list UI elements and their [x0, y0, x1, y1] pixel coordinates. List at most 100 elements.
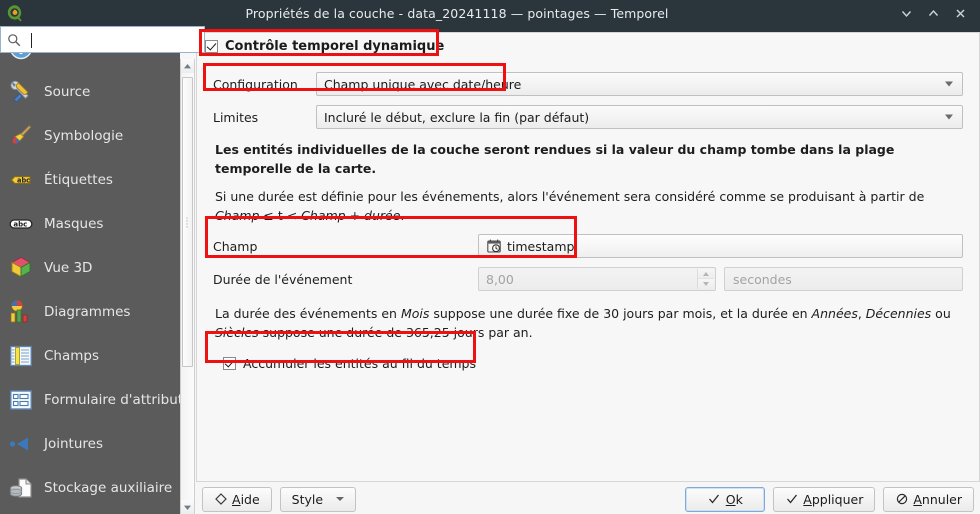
- sidebar-item-symbologie[interactable]: Symbologie: [0, 114, 180, 158]
- layer-properties-dialog: Propriétés de la couche - data_20241118 …: [0, 0, 980, 514]
- maximize-button[interactable]: [921, 2, 945, 24]
- datetime-field-icon: [486, 239, 501, 254]
- cancel-button-label: Annuler: [913, 492, 962, 507]
- window-title: Propriétés de la couche - data_20241118 …: [245, 5, 669, 21]
- desc3-em3: Décennies: [865, 306, 932, 321]
- sidebar-item-stockage-auxiliaire[interactable]: Stockage auxiliaire: [0, 466, 180, 510]
- apply-accel: A: [803, 491, 812, 507]
- check-icon: [785, 493, 798, 506]
- sidebar-item-actions[interactable]: Actions: [0, 510, 180, 514]
- desc3-d: ou: [931, 306, 951, 321]
- limits-row: Limites Incluré le début, exclure la fin…: [213, 102, 963, 132]
- event-duration-label: Durée de l'événement: [213, 271, 353, 287]
- configuration-combo[interactable]: Champ unique avec date/heure: [316, 72, 963, 96]
- description-month-year: La durée des événements en Mois suppose …: [213, 297, 963, 346]
- accumulate-features-checkbox[interactable]: [223, 357, 236, 370]
- no-entry-icon: [895, 493, 908, 506]
- desc2-em2: Champ + durée: [301, 207, 401, 223]
- sidebar-item-jointures[interactable]: Jointures: [0, 422, 180, 466]
- ok-accel: O: [725, 491, 736, 507]
- scroll-grip-icon: [186, 216, 189, 229]
- event-duration-row: Durée de l'événement 8,00 secondes: [213, 264, 963, 294]
- sidebar-item-source[interactable]: Source: [0, 70, 180, 114]
- chevron-down-icon: [945, 81, 953, 87]
- window-controls: [894, 2, 980, 24]
- desc2-b: ≤ t <: [259, 207, 302, 223]
- configuration-value: Champ unique avec date/heure: [324, 76, 522, 92]
- field-row: Champ timestamp: [213, 231, 963, 261]
- cancel-accel: A: [913, 491, 922, 507]
- cube-3d-icon: [8, 255, 34, 281]
- sidebar-item-masques[interactable]: abc Masques: [0, 202, 180, 246]
- limits-value: Incluré le début, exclure la fin (par dé…: [324, 109, 590, 125]
- spinner-up-icon[interactable]: [698, 269, 714, 279]
- sidebar-item-etiquettes[interactable]: abc Étiquettes: [0, 158, 180, 202]
- sidebar-item-label: Formulaire d'attributs: [44, 392, 180, 408]
- database-storage-icon: [8, 475, 34, 501]
- help-rest: ide: [240, 491, 260, 507]
- desc3-b: suppose une durée fixe de 30 jours par m…: [429, 306, 812, 321]
- sidebar-item-label: Jointures: [44, 436, 103, 452]
- desc3-em4: Siècles: [215, 324, 259, 340]
- apply-button-label: Appliquer: [803, 492, 863, 507]
- search-input[interactable]: [25, 29, 195, 50]
- spinner-down-icon[interactable]: [698, 279, 714, 289]
- sidebar-item-label: Vue 3D: [44, 260, 93, 276]
- table-fields-icon: [8, 343, 34, 369]
- cancel-rest: nnuler: [921, 491, 962, 507]
- desc2-c: .: [400, 207, 405, 223]
- sidebar-search-box[interactable]: [0, 26, 205, 53]
- sidebar-item-label: Masques: [44, 216, 104, 232]
- sidebar-scrollbar[interactable]: [180, 59, 195, 514]
- paintbrush-icon: [8, 123, 34, 149]
- limits-combo[interactable]: Incluré le début, exclure la fin (par dé…: [316, 105, 963, 129]
- sidebar-item-label: Champs: [44, 348, 100, 364]
- style-button[interactable]: Style: [279, 486, 357, 512]
- abc-label-icon: abc: [8, 167, 34, 193]
- help-diamond-icon: [214, 493, 227, 506]
- sidebar-item-label: Étiquettes: [44, 172, 113, 188]
- sidebar-item-label: Source: [44, 84, 91, 100]
- configuration-row: Configuration Champ unique avec date/heu…: [213, 69, 963, 99]
- minimize-button[interactable]: [894, 2, 918, 24]
- event-duration-unit-value: secondes: [733, 271, 792, 287]
- ok-button[interactable]: Ok: [685, 486, 766, 512]
- help-button[interactable]: Aide: [202, 486, 272, 512]
- cancel-button[interactable]: Annuler: [883, 486, 974, 512]
- scroll-down-arrow-icon[interactable]: [181, 500, 194, 514]
- ok-rest: k: [735, 491, 743, 507]
- desc2-em1: Champ: [215, 207, 260, 223]
- field-label: Champ: [213, 238, 258, 254]
- spinner-buttons[interactable]: [697, 269, 714, 289]
- help-button-label: Aide: [232, 492, 260, 507]
- sidebar-item-vue-3d[interactable]: Vue 3D: [0, 246, 180, 290]
- desc3-c: ,: [857, 306, 866, 321]
- scroll-up-arrow-icon[interactable]: [181, 59, 194, 73]
- style-button-label: Style: [291, 491, 324, 507]
- event-duration-spinbox[interactable]: 8,00: [478, 267, 716, 291]
- svg-text:abc: abc: [17, 176, 30, 184]
- dynamic-temporal-control-checkbox[interactable]: [205, 40, 218, 53]
- apply-button[interactable]: Appliquer: [773, 486, 876, 512]
- abc-mask-icon: abc: [8, 211, 34, 237]
- apply-rest: ppliquer: [811, 491, 864, 507]
- check-icon: [708, 493, 721, 506]
- scrollbar-thumb[interactable]: [182, 77, 193, 367]
- sidebar-item-label: Stockage auxiliaire: [44, 480, 173, 496]
- wrench-screwdriver-icon: [8, 79, 34, 105]
- sidebar-item-champs[interactable]: Champs: [0, 334, 180, 378]
- temporal-panel: Contrôle temporel dynamique Configuratio…: [196, 32, 980, 482]
- field-combo[interactable]: timestamp: [478, 234, 963, 258]
- close-button[interactable]: [948, 2, 972, 24]
- sidebar-item-diagrammes[interactable]: Diagrammes: [0, 290, 180, 334]
- temporal-form: Configuration Champ unique avec date/heu…: [197, 65, 979, 481]
- event-duration-unit-combo[interactable]: secondes: [724, 267, 963, 291]
- limits-label: Limites: [213, 109, 259, 125]
- dynamic-temporal-control-row[interactable]: Contrôle temporel dynamique: [205, 39, 444, 54]
- accumulate-features-row[interactable]: Accumuler les entités au fil du temps: [213, 356, 963, 371]
- desc2-a: Si une durée est définie pour les événem…: [215, 189, 925, 204]
- configuration-label: Configuration: [213, 76, 298, 92]
- sidebar-item-formulaire-attributs[interactable]: Formulaire d'attributs: [0, 378, 180, 422]
- field-value: timestamp: [507, 238, 575, 254]
- desc3-em1: Mois: [400, 306, 430, 321]
